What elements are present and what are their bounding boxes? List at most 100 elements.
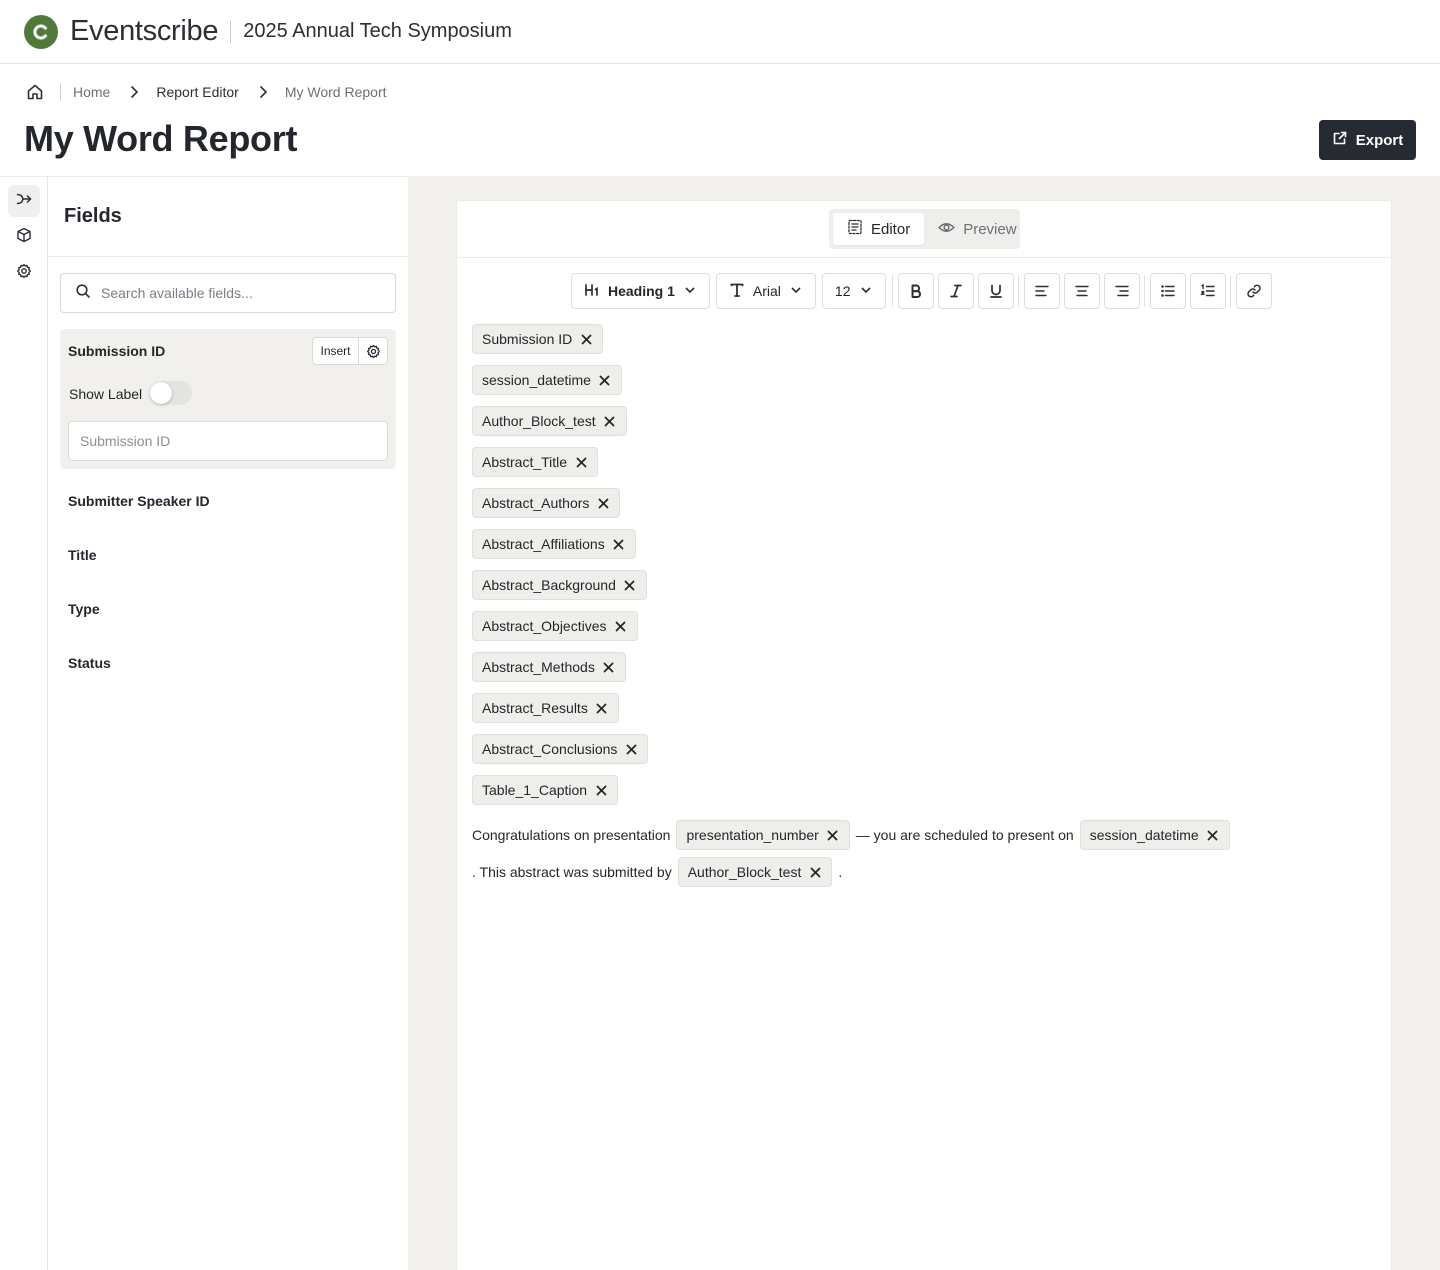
chip-label: Author_Block_test [482,413,596,429]
align-right-icon [1114,285,1129,297]
close-icon[interactable] [604,415,616,427]
field-settings-button[interactable] [359,338,387,364]
close-icon[interactable] [613,538,625,550]
gear-icon [16,263,32,284]
chevron-down-icon [859,283,873,300]
align-left-icon [1034,285,1049,297]
close-icon[interactable] [615,620,627,632]
field-chip[interactable]: Abstract_Title [472,447,599,477]
link-button[interactable] [1235,273,1272,309]
fields-panel: Fields Submission ID Insert Show Label S… [48,176,408,1270]
close-icon[interactable] [596,702,608,714]
tab-preview-label: Preview [963,220,1017,238]
field-chip[interactable]: Abstract_Affiliations [472,529,636,559]
toolbar-divider [1229,275,1231,307]
align-center-button[interactable] [1063,273,1100,309]
chip-label: Abstract_Title [482,454,568,470]
field-chip[interactable]: Table_1_Caption [472,775,619,805]
chip-label: Abstract_Background [482,577,616,593]
font-select-value: Arial [752,283,781,299]
export-button[interactable]: Export [1319,120,1416,160]
field-chip[interactable]: Abstract_Results [472,693,619,723]
show-label-toggle[interactable] [150,381,192,405]
label-input[interactable] [80,433,370,449]
breadcrumb: Home Report Editor My Word Report [24,80,387,104]
close-icon[interactable] [575,456,587,468]
tab-editor-label: Editor [871,220,911,238]
close-icon[interactable] [599,374,611,386]
field-search [60,273,396,313]
fields-divider [48,256,408,257]
close-icon[interactable] [603,661,615,673]
close-icon[interactable] [625,743,637,755]
rail-fields-button[interactable] [8,185,40,217]
bold-button[interactable] [897,273,934,309]
search-icon [75,283,91,304]
brand-name[interactable]: Eventscribe [70,15,219,48]
breadcrumb-report-editor-link[interactable]: Report Editor [156,84,238,100]
font-select[interactable]: Arial [715,273,816,309]
tab-editor[interactable]: Editor [833,213,925,245]
chevron-right-icon [255,84,271,100]
event-name: 2025 Annual Tech Symposium [243,20,512,42]
paragraph-text: . [838,864,843,880]
breadcrumb-current-page: My Word Report [284,84,387,100]
align-left-button[interactable] [1023,273,1060,309]
paragraph-text: . This abstract was submitted by [472,864,672,880]
close-icon[interactable] [580,333,592,345]
field-item-title[interactable]: Title [68,547,97,563]
numbered-list-button[interactable] [1189,273,1226,309]
breadcrumb-home-link[interactable]: Home [73,84,110,100]
chip-label: session_datetime [482,372,591,388]
editor-icon [847,219,863,239]
heading-select-value: Heading 1 [608,283,675,299]
document-page: Editor Preview Heading 1 Arial 12 Submis… [456,200,1392,1270]
insert-button[interactable]: Insert [313,338,359,364]
chip-label: Abstract_Results [482,700,588,716]
close-icon[interactable] [827,829,839,841]
fields-panel-title: Fields [64,205,122,227]
font-size-select[interactable]: 12 [821,273,886,309]
close-icon[interactable] [595,784,607,796]
bullet-list-button[interactable] [1149,273,1186,309]
close-icon[interactable] [1207,829,1219,841]
italic-button[interactable] [937,273,974,309]
field-chip-list: Submission ID session_datetime Author_Bloc… [472,324,649,805]
field-chip[interactable]: Abstract_Objectives [472,611,638,641]
editor-canvas: Editor Preview Heading 1 Arial 12 Submis… [408,176,1440,1270]
field-item-submitter-speaker-id[interactable]: Submitter Speaker ID [68,493,210,509]
chevron-down-icon [789,283,803,300]
chip-label: presentation_number [686,827,819,843]
align-right-button[interactable] [1103,273,1140,309]
chip-label: Abstract_Authors [482,495,590,511]
rail-blocks-button[interactable] [8,221,40,253]
tab-preview[interactable]: Preview [924,213,1030,245]
field-item-status[interactable]: Status [68,655,111,671]
field-chip[interactable]: session_datetime [472,365,622,395]
field-chip[interactable]: Author_Block_test [677,857,833,887]
field-chip[interactable]: Abstract_Authors [472,488,621,518]
field-chip[interactable]: Abstract_Methods [472,652,626,682]
font-size-value: 12 [834,283,851,299]
heading-select[interactable]: Heading 1 [571,273,710,309]
chip-label: Author_Block_test [687,864,802,880]
field-chip[interactable]: presentation_number [676,820,850,850]
field-item-type[interactable]: Type [68,601,100,617]
search-input[interactable] [101,285,381,301]
chevron-right-icon [126,84,142,100]
home-icon[interactable] [24,81,46,103]
rail-settings-button[interactable] [8,257,40,289]
field-chip[interactable]: Abstract_Background [472,570,647,600]
underline-button[interactable] [977,273,1014,309]
eventscribe-logo-icon[interactable] [24,14,58,49]
bold-icon [911,284,921,298]
field-chip[interactable]: session_datetime [1079,820,1230,850]
field-chip[interactable]: Author_Block_test [472,406,627,436]
numbered-list-icon [1199,283,1215,297]
field-chip[interactable]: Submission ID [472,324,604,354]
close-icon[interactable] [624,579,636,591]
chip-label: Abstract_Conclusions [482,741,618,757]
field-chip[interactable]: Abstract_Conclusions [472,734,649,764]
close-icon[interactable] [809,866,821,878]
close-icon[interactable] [597,497,609,509]
